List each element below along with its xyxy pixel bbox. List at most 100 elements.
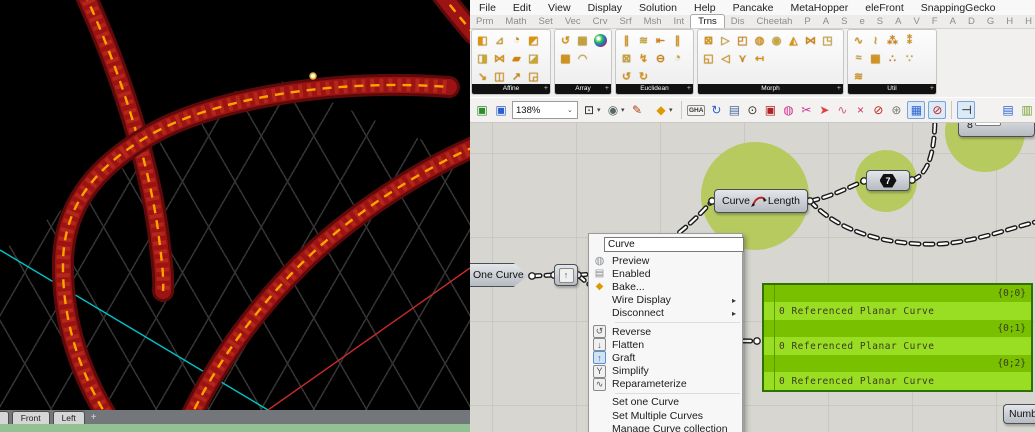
component-tab[interactable]: D [962,15,981,28]
chevron-down-icon[interactable]: ▾ [597,106,604,114]
menu-item-bake[interactable]: ◆ Bake... [589,280,742,293]
array-icon[interactable]: ▩ [557,49,574,67]
disable-solver-icon[interactable]: ⊘ [928,101,947,119]
affine-icon[interactable]: ↘ [474,67,491,85]
euclidean-icon[interactable]: ⊠ [618,49,635,67]
cluster-icon[interactable]: ↻ [708,102,724,118]
affine-icon[interactable]: ⋈ [491,49,508,67]
component-tab[interactable]: e [853,15,870,28]
menu-item-set-one-curve[interactable]: Set one Curve [589,396,742,409]
util-icon[interactable]: ⁂ [884,31,901,49]
morph-icon[interactable]: ↤ [751,49,768,67]
affine-icon[interactable]: ⊿ [491,31,508,49]
euclidean-icon[interactable]: ↺ [618,67,635,85]
menubar-item[interactable]: Solution [639,2,677,14]
component-tab[interactable]: Dis [725,15,751,28]
zoom-extents-icon[interactable]: ⊡ [581,102,597,118]
component-tab[interactable]: Math [499,15,532,28]
component-tab[interactable]: Cheetah [751,15,799,28]
cut-icon[interactable]: × [852,102,868,118]
menubar-item[interactable]: Display [588,2,622,14]
gumball-icon[interactable]: ◍ [780,102,796,118]
save-file-icon[interactable]: ▣ [493,102,509,118]
viewport-tab[interactable]: Front [11,411,50,424]
morph-icon[interactable]: ◭ [785,31,802,49]
util-icon[interactable]: ≀ [867,31,884,49]
component-tab[interactable]: S [871,15,889,28]
util-icon[interactable]: ≋ [850,67,867,85]
menu-item-simplify[interactable]: Y Simplify [589,364,742,378]
component-tab[interactable]: A [817,15,835,28]
data-panel[interactable]: {0;0} 0 Referenced Planar Curve {0;1} 0 … [762,283,1033,392]
canvas-sketch-icon[interactable]: ✎ [629,102,645,118]
group-box-icon[interactable]: ▣ [762,102,778,118]
euclidean-icon[interactable]: ≋ [635,31,652,49]
menu-item-flatten[interactable]: ↓ Flatten [589,338,742,352]
menubar-item[interactable]: Edit [513,2,531,14]
menubar-item[interactable]: eleFront [865,2,904,14]
group-expand-icon[interactable]: + [930,84,934,94]
panel-grip[interactable] [975,123,1001,126]
affine-icon[interactable]: ◩ [525,31,542,49]
component-tab[interactable]: Int [668,15,691,28]
morph-icon[interactable]: ◉ [768,31,785,49]
component-tab[interactable]: Srf [613,15,637,28]
disconnect-wires-icon[interactable]: ✂ [798,102,814,118]
menu-item-graft[interactable]: ↑ Graft [589,351,742,365]
new-panel-icon[interactable]: ▤ [1000,102,1016,118]
component-tab[interactable]: V [907,15,925,28]
affine-icon[interactable]: ◲ [525,67,542,85]
menu-item-reparameterize[interactable]: ∿ Reparameterize [589,377,742,391]
affine-icon[interactable]: ▰ [508,49,525,67]
remote-control-icon[interactable]: ⊣ [957,101,976,119]
component-tab[interactable]: S [835,15,853,28]
morph-icon[interactable]: ▷ [717,31,734,49]
kaleidoscope-icon[interactable] [594,34,607,47]
menubar-item[interactable]: MetaHopper [790,2,848,14]
menu-item-disconnect[interactable]: Disconnect ▸ [589,307,742,320]
number-parameter[interactable]: Numb [1003,404,1035,424]
menu-item-wire-display[interactable]: Wire Display ▸ [589,294,742,307]
chevron-down-icon[interactable]: ▾ [669,106,676,114]
affine-icon[interactable]: ◫ [491,67,508,85]
array-icon[interactable]: ▦ [574,31,591,49]
gha-icon[interactable]: GHA [687,104,706,116]
component-tab[interactable]: Crv [587,15,614,28]
group-expand-icon[interactable]: + [605,84,609,94]
seven-component[interactable]: 7 [866,170,910,191]
affine-icon[interactable]: ↗ [508,67,525,85]
menubar-item[interactable]: File [479,2,496,14]
util-icon[interactable]: ⁑ [901,31,918,49]
component-tab[interactable]: Prm [470,15,499,28]
morph-icon[interactable]: ◁ [717,49,734,67]
component-tab[interactable]: Msh [638,15,668,28]
affine-icon[interactable]: ◧ [474,31,491,49]
select-arrow-icon[interactable]: ➤ [816,102,832,118]
curve-parameter-grafted[interactable]: ↑ [554,264,578,286]
menubar-item[interactable]: Help [694,2,716,14]
euclidean-icon[interactable]: ⇤ [652,31,669,49]
menu-item-enabled[interactable]: ▤ Enabled [589,267,742,280]
euclidean-icon[interactable]: ◔ [669,49,686,67]
zoom-level-dropdown[interactable]: 138% ⌄ [512,101,578,119]
group-expand-icon[interactable]: + [544,84,548,94]
menu-item-set-multiple-curves[interactable]: Set Multiple Curves [589,409,742,422]
viewport-tab[interactable]: Left [52,411,85,424]
component-tab[interactable]: F [926,15,944,28]
grasshopper-canvas[interactable]: One Curve ↑ Curve Length 7 8 {0;0} 0 Ref… [470,123,1035,432]
chevron-down-icon[interactable]: ▾ [621,106,628,114]
group-expand-icon[interactable]: + [687,84,691,94]
morph-icon[interactable]: ⋎ [734,49,751,67]
rhino-viewport[interactable] [0,0,470,410]
euclidean-icon[interactable]: ∥ [669,31,686,49]
util-icon[interactable]: ∿ [850,31,867,49]
viewport-tab[interactable]: o [0,411,9,424]
util-icon[interactable]: ▦ [867,49,884,67]
component-tab[interactable]: Vec [559,15,587,28]
morph-icon[interactable]: ⊠ [700,31,717,49]
morph-icon[interactable]: ⋈ [802,31,819,49]
component-tab[interactable]: H [1000,15,1019,28]
copy-document-icon[interactable]: ▤ [726,102,742,118]
viewport-tab[interactable]: + [88,412,100,424]
component-tab[interactable]: P [798,15,816,28]
